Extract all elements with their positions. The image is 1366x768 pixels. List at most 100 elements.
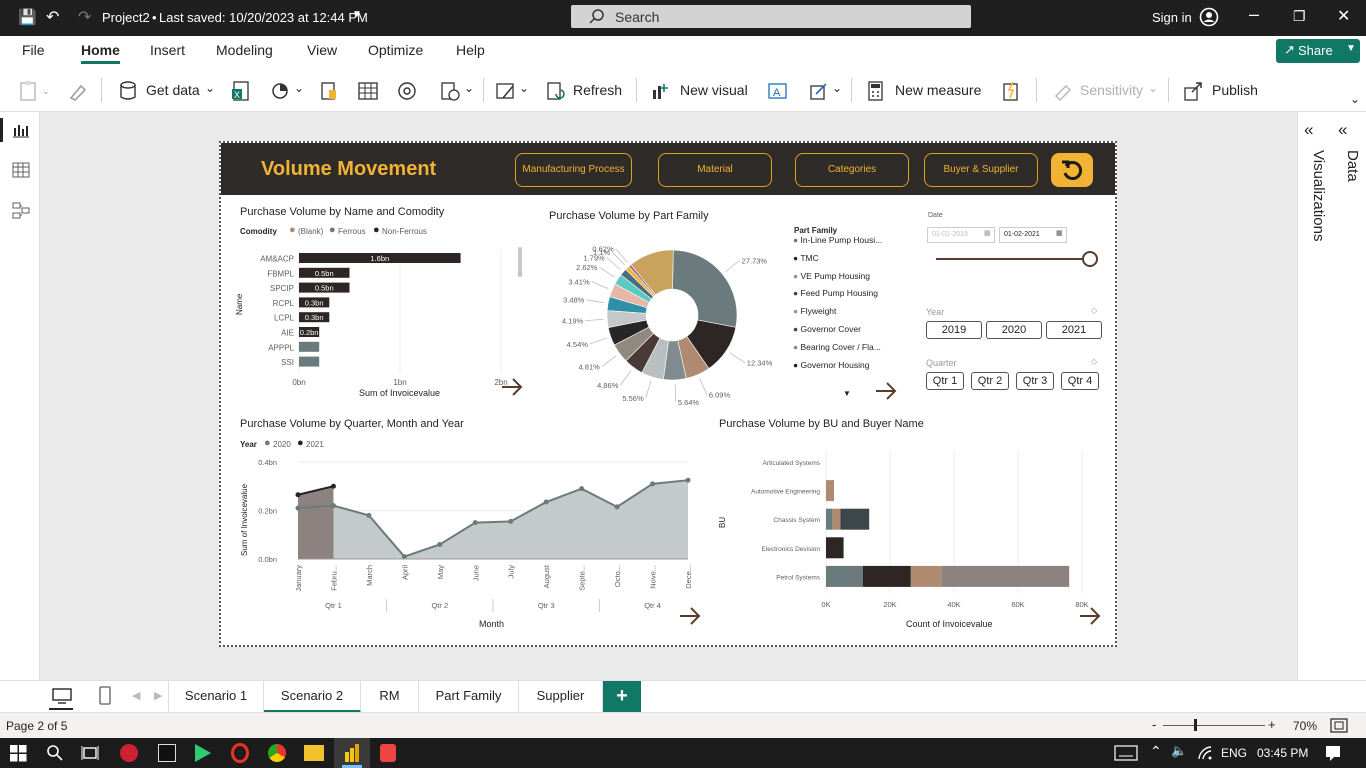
data-pane-tab[interactable]: Data bbox=[1337, 150, 1361, 200]
legend-item[interactable]: ● Feed Pump Housing bbox=[793, 288, 878, 298]
quarter-3-button[interactable]: Qtr 3 bbox=[1016, 372, 1054, 390]
file-explorer-icon[interactable] bbox=[304, 745, 324, 761]
arrow-right-icon[interactable] bbox=[678, 606, 702, 626]
wifi-icon[interactable] bbox=[1197, 745, 1213, 761]
zoom-in-button[interactable]: + bbox=[1268, 717, 1276, 732]
fit-to-page-icon[interactable] bbox=[1330, 718, 1348, 733]
chevron-down-icon[interactable]: ⌄ bbox=[294, 81, 304, 95]
chevron-down-icon[interactable]: ▼ bbox=[352, 9, 362, 20]
share-button[interactable]: ↗ Share ▼ bbox=[1276, 39, 1360, 63]
quarter-month-chart[interactable]: Purchase Volume by Quarter, Month and Ye… bbox=[221, 408, 711, 638]
arrow-right-icon[interactable] bbox=[1078, 606, 1102, 626]
legend-item[interactable]: ● Governor Cover bbox=[793, 324, 861, 334]
menu-insert[interactable]: Insert bbox=[150, 42, 185, 58]
legend-scroll-down-icon[interactable]: ▼ bbox=[843, 389, 851, 398]
year-2020-button[interactable]: 2020 bbox=[986, 321, 1042, 339]
tool-app-icon[interactable] bbox=[380, 744, 396, 762]
chevron-down-icon[interactable]: ⌄ bbox=[519, 81, 529, 95]
task-view-icon[interactable] bbox=[81, 744, 99, 762]
onelake-icon[interactable] bbox=[270, 80, 292, 102]
chevron-down-icon[interactable]: ⌄ bbox=[205, 81, 215, 95]
refresh-icon[interactable] bbox=[545, 80, 567, 102]
redo-icon[interactable]: ↷ bbox=[78, 7, 91, 27]
tab-part-family[interactable]: Part Family bbox=[419, 681, 519, 713]
collapse-data-icon[interactable]: « bbox=[1338, 120, 1347, 140]
excel-icon[interactable]: X bbox=[231, 80, 251, 102]
menu-modeling[interactable]: Modeling bbox=[216, 42, 273, 58]
menu-home[interactable]: Home bbox=[81, 42, 120, 64]
year-2019-button[interactable]: 2019 bbox=[926, 321, 982, 339]
legend-item[interactable]: ● Bearing Cover / Fla... bbox=[793, 342, 881, 352]
terminal-app-icon[interactable] bbox=[158, 744, 176, 762]
search-icon[interactable] bbox=[46, 744, 64, 762]
zoom-out-button[interactable]: - bbox=[1152, 717, 1156, 732]
clear-filter-icon[interactable]: ◇ bbox=[1091, 306, 1097, 315]
arrow-right-icon[interactable] bbox=[500, 377, 524, 397]
save-icon[interactable]: 💾 bbox=[18, 8, 37, 26]
table-icon[interactable] bbox=[357, 80, 379, 102]
quarter-1-button[interactable]: Qtr 1 bbox=[926, 372, 964, 390]
dataverse-icon[interactable] bbox=[319, 80, 339, 102]
year-2021-button[interactable]: 2021 bbox=[1046, 321, 1102, 339]
account-icon[interactable] bbox=[1199, 7, 1219, 27]
tab-next-icon[interactable]: ▶ bbox=[154, 689, 162, 702]
legend-item[interactable]: ● Flyweight bbox=[793, 306, 836, 316]
notification-icon[interactable] bbox=[1324, 744, 1342, 762]
chrome-browser-icon[interactable] bbox=[268, 744, 286, 762]
menu-help[interactable]: Help bbox=[456, 42, 485, 58]
collapse-visualizations-icon[interactable]: « bbox=[1304, 120, 1313, 140]
reset-button[interactable] bbox=[1051, 153, 1093, 187]
chevron-down-icon[interactable]: ⌄ bbox=[464, 81, 474, 95]
visualizations-pane-tab[interactable]: Visualizations bbox=[1303, 150, 1327, 260]
zoom-slider-handle[interactable] bbox=[1194, 719, 1197, 731]
tab-rm[interactable]: RM bbox=[361, 681, 419, 713]
legend-item[interactable]: ● VE Pump Housing bbox=[793, 271, 870, 281]
model-view-icon[interactable] bbox=[12, 202, 30, 220]
new-visual-button[interactable]: New visual bbox=[680, 82, 748, 98]
menu-view[interactable]: View bbox=[307, 42, 337, 58]
desktop-layout-icon[interactable] bbox=[51, 687, 73, 705]
menu-optimize[interactable]: Optimize bbox=[368, 42, 423, 58]
format-painter-icon[interactable] bbox=[67, 80, 89, 102]
date-range-track[interactable] bbox=[936, 258, 1092, 260]
legend-item[interactable]: ● TMC bbox=[793, 253, 819, 263]
zoom-slider-track[interactable] bbox=[1163, 725, 1265, 726]
mobile-layout-icon[interactable] bbox=[98, 686, 112, 706]
opera-browser-icon[interactable] bbox=[231, 743, 249, 763]
search-box[interactable]: Search bbox=[571, 5, 971, 28]
database-icon[interactable] bbox=[118, 80, 138, 102]
calculator-icon[interactable] bbox=[866, 80, 886, 102]
date-to-input[interactable]: 01-02-2021 ▦ bbox=[999, 227, 1067, 243]
clear-filter-icon[interactable]: ◇ bbox=[1091, 357, 1097, 366]
legend-item[interactable]: ● Governor Housing bbox=[793, 360, 869, 370]
media-app-icon[interactable] bbox=[195, 744, 211, 762]
chevron-down-icon[interactable]: ⌄ bbox=[832, 81, 842, 95]
nav-button-manufacturing[interactable]: Manufacturing Process bbox=[515, 153, 632, 187]
show-hidden-icons-icon[interactable]: ⌃ bbox=[1150, 743, 1162, 760]
add-page-button[interactable]: + bbox=[603, 681, 641, 712]
tab-scenario-2[interactable]: Scenario 2 bbox=[264, 681, 361, 713]
paste-icon[interactable] bbox=[18, 80, 40, 102]
transform-icon[interactable] bbox=[439, 80, 461, 102]
name-comodity-chart[interactable]: Purchase Volume by Name and Comodity Com… bbox=[221, 195, 524, 405]
legend-item[interactable]: ● In-Line Pump Housi... bbox=[793, 235, 882, 245]
ribbon-collapse-icon[interactable]: ⌄ bbox=[1350, 92, 1360, 106]
menu-file[interactable]: File bbox=[22, 42, 45, 58]
more-visuals-icon[interactable] bbox=[808, 80, 830, 102]
refresh-button[interactable]: Refresh bbox=[573, 82, 622, 98]
undo-icon[interactable]: ↶ bbox=[46, 7, 59, 27]
date-range-handle[interactable] bbox=[1082, 251, 1098, 267]
sign-in-link[interactable]: Sign in bbox=[1152, 10, 1192, 25]
quick-measure-icon[interactable] bbox=[1000, 80, 1022, 102]
close-icon[interactable]: ✕ bbox=[1337, 6, 1350, 26]
scrollbar[interactable] bbox=[518, 247, 522, 277]
bu-buyer-chart[interactable]: Purchase Volume by BU and Buyer Name BU … bbox=[716, 408, 1111, 638]
restore-icon[interactable]: ❐ bbox=[1293, 8, 1306, 25]
edit-queries-icon[interactable] bbox=[495, 80, 517, 102]
minimize-icon[interactable]: – bbox=[1249, 4, 1259, 25]
publish-button[interactable]: Publish bbox=[1212, 82, 1258, 98]
language-indicator[interactable]: ENG bbox=[1221, 746, 1247, 760]
recent-sources-icon[interactable] bbox=[396, 80, 418, 102]
nav-button-material[interactable]: Material bbox=[658, 153, 772, 187]
new-visual-icon[interactable] bbox=[650, 80, 672, 102]
